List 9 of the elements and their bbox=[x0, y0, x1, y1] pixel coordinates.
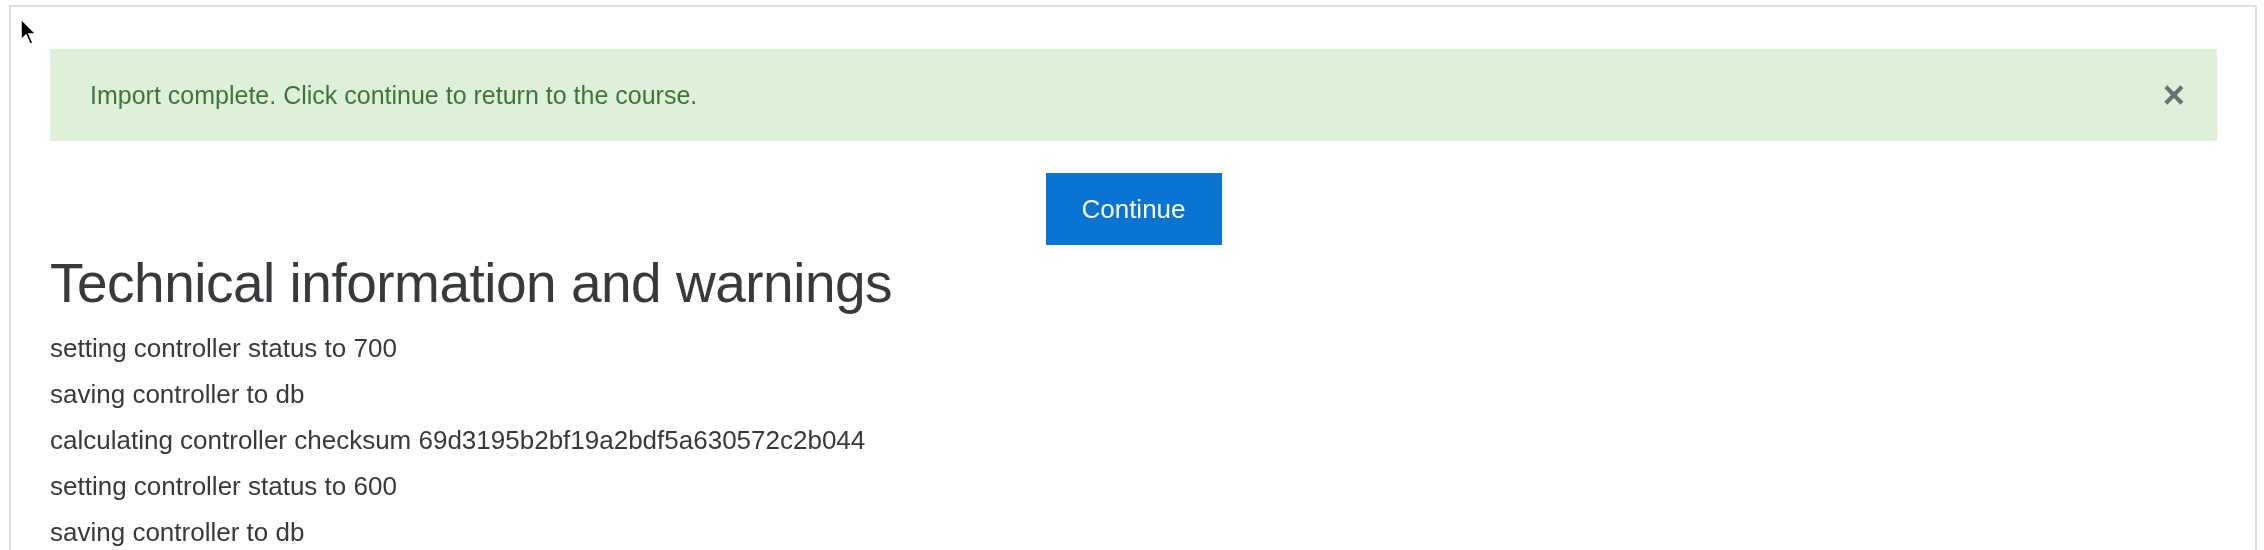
log-line: setting controller status to 700 bbox=[50, 332, 398, 365]
log-line: setting controller status to 600 bbox=[50, 470, 398, 503]
log-line: saving controller to db bbox=[50, 378, 306, 411]
section-heading: Technical information and warnings bbox=[50, 251, 894, 315]
log-line: calculating controller checksum 69d3195b2bf19a2bdf5a630572c2b044 bbox=[50, 424, 867, 457]
alert-message: Import complete. Click continue to return to the course. bbox=[90, 80, 698, 110]
log-line: saving controller to db bbox=[50, 516, 306, 549]
close-button[interactable]: × bbox=[2158, 76, 2189, 114]
continue-button[interactable]: Continue bbox=[1045, 173, 1222, 245]
